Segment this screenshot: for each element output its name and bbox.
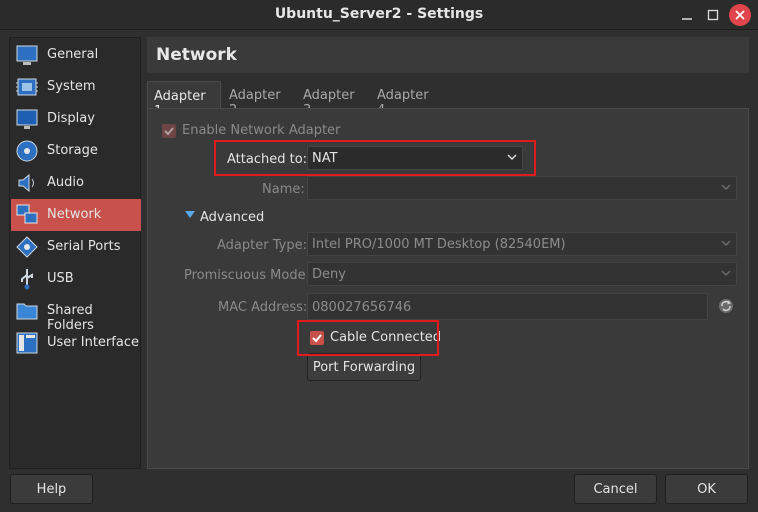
sidebar-item-label: Serial Ports	[47, 239, 121, 254]
settings-sidebar: General System Display Storage Audio Net…	[9, 37, 141, 469]
shared-folders-icon	[16, 303, 38, 320]
advanced-toggle[interactable]: Advanced	[200, 210, 264, 225]
minimize-button[interactable]	[676, 4, 698, 26]
sidebar-item-display[interactable]: Display	[11, 103, 141, 135]
sidebar-item-label: Display	[47, 111, 95, 126]
close-icon	[735, 10, 745, 20]
audio-icon	[18, 173, 34, 193]
display-icon	[16, 109, 38, 129]
mac-address-label: MAC Address:	[218, 300, 308, 315]
chevron-down-icon	[716, 233, 736, 255]
mac-address-value: 080027656746	[312, 300, 412, 315]
sidebar-item-label: General	[47, 47, 99, 62]
serial-ports-icon	[16, 236, 38, 258]
sidebar-item-label: User Interface	[47, 335, 139, 350]
refresh-icon[interactable]	[717, 297, 735, 315]
mac-address-field[interactable]: 080027656746	[307, 293, 708, 320]
sidebar-item-storage[interactable]: Storage	[11, 135, 141, 167]
cancel-button[interactable]: Cancel	[574, 474, 657, 504]
chevron-down-icon	[716, 263, 736, 285]
adapter-type-label: Adapter Type:	[217, 238, 307, 253]
page-header: Network	[147, 37, 749, 73]
sidebar-item-shared-folders[interactable]: Shared Folders	[11, 295, 141, 333]
title-bar: Ubuntu_Server2 - Settings	[0, 0, 758, 30]
system-icon	[16, 78, 38, 96]
usb-icon	[21, 269, 33, 290]
promiscuous-mode-select[interactable]: Deny	[307, 262, 737, 286]
sidebar-item-network[interactable]: Network	[11, 199, 141, 231]
adapter-tabs: Adapter 1 Adapter 2 Adapter 3 Adapter 4	[147, 81, 749, 119]
promiscuous-mode-value: Deny	[312, 267, 346, 282]
tab-adapter-4[interactable]: Adapter 4	[371, 81, 443, 118]
checkmark-icon	[164, 127, 174, 136]
sidebar-item-label: Audio	[47, 175, 84, 190]
tab-adapter-2[interactable]: Adapter 2	[223, 81, 295, 118]
general-icon	[16, 45, 38, 65]
adapter-type-value: Intel PRO/1000 MT Desktop (82540EM)	[312, 237, 566, 252]
chevron-down-icon	[716, 177, 736, 199]
sidebar-item-system[interactable]: System	[11, 71, 141, 103]
sidebar-item-label: Network	[47, 207, 102, 222]
highlight-cable-connected	[297, 320, 439, 356]
user-interface-icon	[16, 332, 38, 354]
ok-button[interactable]: OK	[665, 474, 748, 504]
adapter-type-select[interactable]: Intel PRO/1000 MT Desktop (82540EM)	[307, 232, 737, 256]
close-button[interactable]	[729, 4, 751, 26]
name-select[interactable]	[307, 176, 737, 200]
sidebar-item-label: Storage	[47, 143, 98, 158]
help-button[interactable]: Help	[10, 474, 93, 504]
sidebar-item-usb[interactable]: USB	[11, 263, 141, 295]
sidebar-item-label: System	[47, 79, 96, 94]
window-title: Ubuntu_Server2 - Settings	[274, 6, 484, 22]
enable-adapter-label: Enable Network Adapter	[182, 123, 341, 138]
minimize-icon	[682, 18, 692, 20]
tab-adapter-1[interactable]: Adapter 1	[147, 81, 221, 119]
maximize-button[interactable]	[702, 4, 724, 26]
enable-adapter-checkbox[interactable]	[162, 124, 176, 138]
sidebar-item-label: USB	[47, 271, 74, 286]
name-label: Name:	[262, 182, 305, 197]
sidebar-item-audio[interactable]: Audio	[11, 167, 141, 199]
expand-triangle-icon[interactable]	[185, 211, 195, 219]
port-forwarding-button[interactable]: Port Forwarding	[307, 353, 421, 381]
promiscuous-mode-label: Promiscuous Mode:	[184, 268, 310, 283]
sidebar-item-user-interface[interactable]: User Interface	[11, 327, 141, 359]
maximize-icon	[707, 9, 719, 21]
page-title: Network	[156, 45, 237, 65]
sidebar-item-general[interactable]: General	[11, 39, 141, 71]
sidebar-item-serial-ports[interactable]: Serial Ports	[11, 231, 141, 263]
network-icon	[16, 204, 38, 224]
highlight-attached-to	[214, 140, 536, 176]
storage-icon	[16, 140, 38, 162]
tab-adapter-3[interactable]: Adapter 3	[297, 81, 369, 118]
